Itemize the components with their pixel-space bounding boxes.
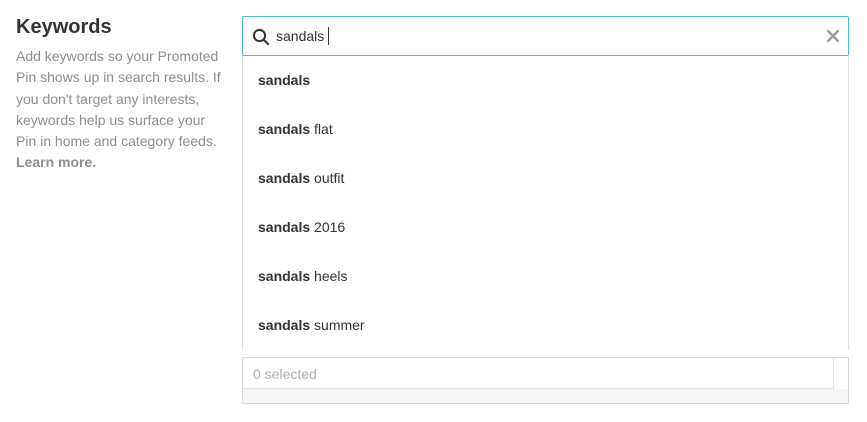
section-title: Keywords [16, 16, 112, 38]
description-text: Add keywords so your Promoted Pin shows … [16, 48, 221, 150]
suggestion-rest: heels [310, 268, 348, 284]
suggestion-rest: 2016 [310, 219, 346, 235]
text-cursor [328, 27, 329, 45]
suggestion-rest: flat [310, 121, 333, 137]
learn-more-link[interactable]: Learn more. [16, 154, 96, 170]
suggestion-item[interactable]: sandals outfit [243, 154, 848, 203]
selected-count: 0 selected [253, 366, 317, 382]
keywords-info: Keywords Add keywords so your Promoted P… [16, 14, 226, 174]
suggestion-rest: summer [310, 317, 365, 333]
keyword-search-box[interactable] [242, 16, 849, 56]
keyword-search-input[interactable] [276, 17, 816, 55]
suggestion-item[interactable]: sandals 2016 [243, 203, 848, 252]
suggestion-item[interactable]: sandals [243, 56, 848, 105]
search-icon [252, 28, 270, 46]
selected-keywords-box: 0 selected [242, 357, 849, 404]
keywords-panel: Keywords Add keywords so your Promoted P… [0, 0, 867, 422]
close-icon[interactable] [826, 29, 840, 43]
suggestion-match: sandals [258, 268, 311, 284]
selected-keywords-list [243, 389, 848, 403]
suggestion-item[interactable]: sandals heels [243, 252, 848, 301]
suggestion-match: sandals [258, 121, 311, 137]
suggestion-rest: outfit [310, 170, 345, 186]
suggestion-match: sandals [258, 72, 311, 88]
section-description: Add keywords so your Promoted Pin shows … [16, 46, 226, 174]
selected-keywords-header: 0 selected [243, 358, 834, 389]
suggestion-item[interactable]: sandals summer [243, 301, 848, 350]
suggestion-item[interactable]: sandals flat [243, 105, 848, 154]
suggestion-match: sandals [258, 170, 311, 186]
suggestions-dropdown: sandals sandals flat sandals outfit sand… [242, 56, 849, 350]
suggestion-match: sandals [258, 219, 311, 235]
suggestion-match: sandals [258, 317, 311, 333]
